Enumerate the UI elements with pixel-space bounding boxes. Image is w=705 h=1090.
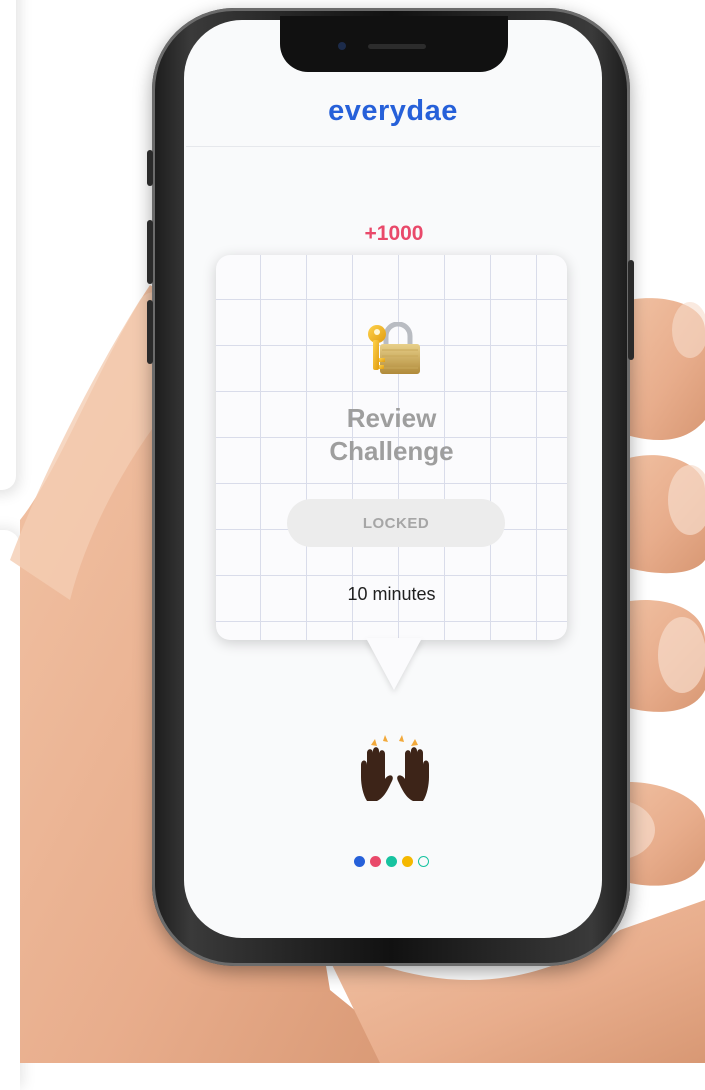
page-dot[interactable] (354, 856, 365, 867)
phone-volume-down (147, 300, 153, 364)
speaker-grille (368, 44, 426, 49)
phone-notch (280, 16, 508, 72)
page-dot[interactable] (386, 856, 397, 867)
header-divider (186, 146, 600, 147)
raising-hands-icon (361, 735, 429, 801)
camera-icon (338, 42, 346, 50)
challenge-duration: 10 minutes (347, 584, 436, 604)
card-pointer (366, 638, 422, 690)
phone-volume-up (147, 220, 153, 284)
page-indicator (354, 856, 429, 868)
challenge-title-line: Review (346, 403, 437, 433)
app-logo: everydae (328, 95, 458, 127)
challenge-title: Review Challenge (216, 402, 567, 468)
page-dot[interactable] (418, 856, 429, 867)
phone-silent-switch (147, 150, 153, 186)
page-dot[interactable] (402, 856, 413, 867)
points-reward: +1000 (364, 222, 424, 245)
lock-with-key-icon (368, 322, 420, 374)
phone-power-button (628, 260, 634, 360)
page-dot[interactable] (370, 856, 381, 867)
challenge-title-line: Challenge (329, 436, 454, 466)
locked-button[interactable]: LOCKED (287, 499, 505, 547)
